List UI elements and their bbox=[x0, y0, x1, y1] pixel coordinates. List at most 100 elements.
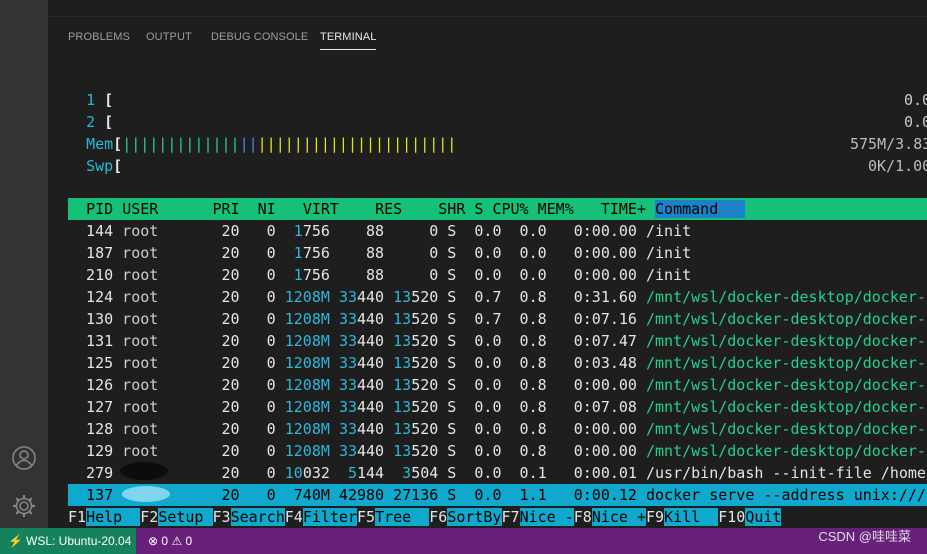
swp-meter: Swp[ bbox=[86, 157, 123, 175]
fkey-f10[interactable]: F10 bbox=[718, 508, 746, 526]
cell-mem: 0.0 bbox=[501, 266, 547, 284]
fkey-f9[interactable]: F9 bbox=[646, 508, 665, 526]
cell-shr: 0 bbox=[384, 222, 439, 240]
process-row[interactable]: 210 root 20 0 1756 88 0 S 0.0 0.0 0:00.0… bbox=[68, 264, 691, 286]
fkey-label[interactable]: Setup bbox=[158, 508, 213, 526]
cell-pid: 124 bbox=[68, 288, 114, 306]
problems-indicator[interactable]: ⊗ 0 ⚠ 0 bbox=[148, 534, 192, 548]
cell-virt-pad bbox=[276, 464, 285, 482]
cell-cpu: 0.0 bbox=[456, 376, 502, 394]
fkey-label[interactable]: SortBy bbox=[447, 508, 502, 526]
cell-command: /mnt/wsl/docker-desktop/docker-de bbox=[636, 354, 927, 372]
process-row[interactable]: 144 root 20 0 1756 88 0 S 0.0 0.0 0:00.0… bbox=[68, 220, 691, 242]
cell-state: S bbox=[438, 486, 457, 504]
cell-user: root bbox=[113, 420, 204, 438]
cell-virt-low: 756 bbox=[302, 266, 330, 284]
cell-ni: 0 bbox=[239, 310, 276, 328]
process-row[interactable]: 130 root 20 0 1208M 33440 13520 S 0.7 0.… bbox=[68, 308, 927, 330]
cell-cpu: 0.0 bbox=[456, 266, 502, 284]
fkey-f7[interactable]: F7 bbox=[501, 508, 520, 526]
fkey-f5[interactable]: F5 bbox=[357, 508, 376, 526]
fkey-f4[interactable]: F4 bbox=[284, 508, 303, 526]
cell-res: 33 bbox=[338, 420, 357, 438]
cell-virt-pad bbox=[276, 222, 294, 240]
cell-pri: 20 bbox=[203, 420, 240, 438]
cell-shr: 0 bbox=[384, 244, 439, 262]
fkey-label[interactable]: Search bbox=[230, 508, 285, 526]
cell-pri: 20 bbox=[203, 222, 240, 240]
fkey-label[interactable]: Help bbox=[86, 508, 141, 526]
fkey-f6[interactable]: F6 bbox=[429, 508, 448, 526]
cell-virt: 1208M bbox=[284, 398, 330, 416]
cpu1-meter: 1 [ bbox=[86, 91, 114, 109]
process-table-header: PID USER PRI NI VIRT RES SHR S CPU% MEM%… bbox=[68, 198, 927, 220]
process-row[interactable]: 279 20 0 10032 5144 3504 S 0.0 0.1 0:00.… bbox=[68, 462, 927, 484]
cell-mem: 1.1 bbox=[501, 486, 547, 504]
cell-mem: 0.8 bbox=[501, 288, 547, 306]
cpu2-meter: 2 [ bbox=[86, 113, 114, 131]
cell-time: 0:00.00 bbox=[546, 222, 637, 240]
fkey-label[interactable]: Filter bbox=[302, 508, 357, 526]
selected-process-row[interactable]: 137 20 0 740M 42980 27136 S 0.0 1.1 0:00… bbox=[68, 484, 927, 506]
cell-res: 33 bbox=[338, 398, 357, 416]
cell-state: S bbox=[438, 442, 457, 460]
process-row[interactable]: 125 root 20 0 1208M 33440 13520 S 0.0 0.… bbox=[68, 352, 927, 374]
cell-virt-pad bbox=[276, 354, 285, 372]
remote-indicator[interactable]: ⚡ WSL: Ubuntu-20.04 bbox=[0, 528, 136, 554]
cell-time: 0:07.16 bbox=[546, 310, 637, 328]
process-row[interactable]: 127 root 20 0 1208M 33440 13520 S 0.0 0.… bbox=[68, 396, 927, 418]
fkey-label[interactable]: Tree bbox=[375, 508, 430, 526]
cell-pri: 20 bbox=[203, 398, 240, 416]
accounts-icon[interactable] bbox=[10, 444, 38, 472]
cell-pid: 210 bbox=[68, 266, 114, 284]
cell-shr-pad bbox=[384, 376, 393, 394]
terminal-area[interactable]: 1 [ 0.0 2 [ 0.0 Mem[||||||||||||||||||||… bbox=[68, 0, 927, 528]
process-row[interactable]: 128 root 20 0 1208M 33440 13520 S 0.0 0.… bbox=[68, 418, 927, 440]
cell-user: root bbox=[113, 398, 204, 416]
header-row[interactable]: PID USER PRI NI VIRT RES SHR S CPU% MEM%… bbox=[68, 198, 746, 220]
cell-mem: 0.8 bbox=[501, 398, 547, 416]
process-row[interactable]: 126 root 20 0 1208M 33440 13520 S 0.0 0.… bbox=[68, 374, 927, 396]
swp-value: 0K/1.00 bbox=[868, 157, 927, 175]
cell-virt-pad bbox=[276, 398, 285, 416]
fkey-f1[interactable]: F1 bbox=[68, 508, 87, 526]
settings-gear-icon[interactable] bbox=[10, 492, 38, 520]
cell-virt-pad bbox=[276, 420, 285, 438]
cell-pri: 20 bbox=[203, 442, 240, 460]
process-row[interactable]: 187 root 20 0 1756 88 0 S 0.0 0.0 0:00.0… bbox=[68, 242, 691, 264]
cell-res: 88 bbox=[329, 244, 385, 262]
cell-res-pad bbox=[330, 420, 339, 438]
cell-pid: 127 bbox=[68, 398, 114, 416]
cell-ni: 0 bbox=[239, 354, 276, 372]
cell-state: S bbox=[438, 244, 457, 262]
cell-pid: 144 bbox=[68, 222, 114, 240]
cell-user: root bbox=[113, 442, 204, 460]
cell-mem: 0.0 bbox=[501, 222, 547, 240]
cell-cpu: 0.7 bbox=[456, 288, 502, 306]
process-row[interactable]: 129 root 20 0 1208M 33440 13520 S 0.0 0.… bbox=[68, 440, 927, 462]
fkey-label[interactable]: Nice - bbox=[519, 508, 574, 526]
fkey-f8[interactable]: F8 bbox=[573, 508, 592, 526]
cell-virt-pad bbox=[276, 376, 285, 394]
fkey-label[interactable]: Kill bbox=[664, 508, 719, 526]
cell-pid: 279 bbox=[68, 464, 114, 482]
cell-res-low: 440 bbox=[357, 354, 385, 372]
cell-state: S bbox=[438, 332, 457, 350]
mem-meter: Mem[||||||||||||||||||||||||||||||||||||… bbox=[86, 135, 457, 153]
cell-time: 0:00.00 bbox=[546, 266, 637, 284]
cell-virt: 1208M bbox=[284, 442, 330, 460]
cell-mem: 0.0 bbox=[501, 244, 547, 262]
selected-process-text: 137 20 0 740M 42980 27136 S 0.0 1.1 0:00… bbox=[68, 484, 927, 506]
fkey-f2[interactable]: F2 bbox=[140, 508, 159, 526]
cell-mem: 0.8 bbox=[501, 442, 547, 460]
cell-virt-pad bbox=[276, 288, 285, 306]
process-row[interactable]: 131 root 20 0 1208M 33440 13520 S 0.0 0.… bbox=[68, 330, 927, 352]
cell-virt: 1208M bbox=[284, 310, 330, 328]
cell-state: S bbox=[438, 354, 457, 372]
fkey-f3[interactable]: F3 bbox=[212, 508, 231, 526]
process-row[interactable]: 124 root 20 0 1208M 33440 13520 S 0.7 0.… bbox=[68, 286, 927, 308]
fkey-label[interactable]: Quit bbox=[745, 508, 782, 526]
cell-shr: 13 bbox=[393, 288, 412, 306]
fkey-label[interactable]: Nice + bbox=[591, 508, 646, 526]
cell-pid: 125 bbox=[68, 354, 114, 372]
